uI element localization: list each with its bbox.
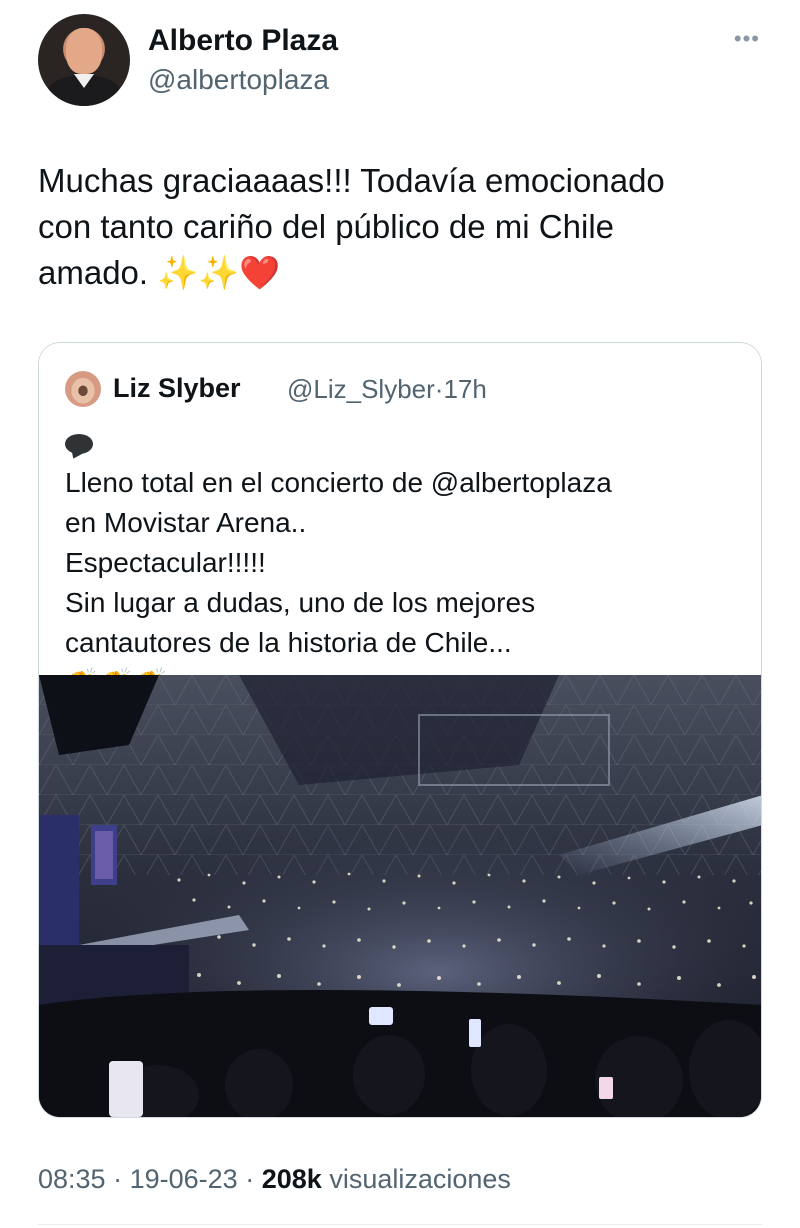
tweet-header: Alberto Plaza @albertoplaza •••	[38, 14, 762, 108]
quoted-author-meta: @Liz_Slyber·17h	[287, 374, 487, 405]
meta-separator: ·	[113, 1164, 123, 1194]
quoted-text-line: Espectacular!!!!!	[65, 547, 266, 578]
tweet-meta: 08:35 · 19-06-23 · 208k visualizaciones	[38, 1164, 511, 1195]
quoted-author-handle: @Liz_Slyber	[287, 374, 435, 404]
author-handle[interactable]: @albertoplaza	[148, 64, 329, 96]
tweet-text-line: con tanto cariño del público de mi Chile	[38, 208, 615, 245]
tweet-text-line: Muchas graciaaaas!!! Todavía emocionado	[38, 162, 665, 199]
tweet-text: Muchas graciaaaas!!! Todavía emocionado …	[38, 158, 758, 296]
more-horizontal-icon[interactable]: •••	[734, 26, 760, 52]
quoted-text-line-5: cantautores de la historia de Chile...	[65, 627, 512, 658]
quoted-author-avatar	[65, 371, 101, 407]
quoted-text-line: en Movistar Arena..	[65, 507, 307, 538]
tweet-text-line: amado. ✨✨❤️	[38, 254, 281, 291]
quoted-text-line: Sin lugar a dudas, uno de los mejores	[65, 587, 536, 618]
divider	[38, 1224, 762, 1225]
views-label: visualizaciones	[329, 1164, 511, 1194]
quoted-author-name: Liz Slyber	[113, 373, 241, 403]
author-name[interactable]: Alberto Plaza	[148, 24, 338, 58]
views-count: 208k	[261, 1164, 322, 1194]
concert-arena-image	[39, 675, 761, 1117]
concert-photo[interactable]	[39, 675, 761, 1117]
tweet-date[interactable]: 19-06-23	[130, 1164, 238, 1194]
avatar-face	[66, 28, 102, 74]
speech-bubble-icon	[65, 434, 93, 454]
meta-separator: ·	[245, 1164, 255, 1194]
quoted-tweet[interactable]: Liz Slyber @Liz_Slyber·17h Lleno total e…	[38, 342, 762, 1118]
tweet-time[interactable]: 08:35	[38, 1164, 106, 1194]
quoted-text-line: Lleno total en el concierto de @albertop…	[65, 423, 745, 503]
quoted-age: 17h	[443, 374, 487, 404]
quoted-tweet-header: Liz Slyber @Liz_Slyber·17h	[65, 371, 745, 407]
quoted-text-line-1: Lleno total en el concierto de @albertop…	[65, 467, 612, 498]
author-avatar[interactable]	[38, 14, 130, 106]
